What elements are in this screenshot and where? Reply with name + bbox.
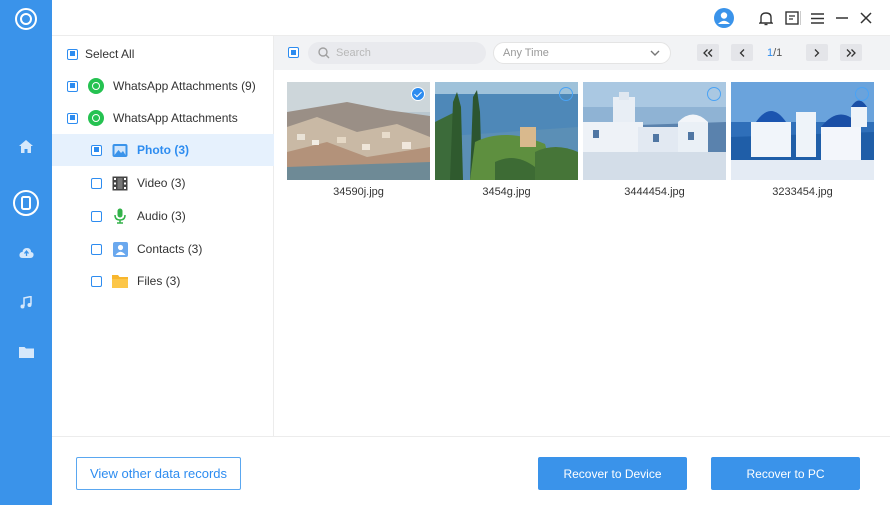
video-icon — [112, 175, 128, 191]
chevron-right-icon — [814, 48, 820, 57]
first-page-button[interactable] — [697, 44, 719, 61]
feedback-icon[interactable] — [782, 8, 802, 28]
photo-filename: 3233454.jpg — [772, 186, 833, 198]
tree-item-label: Audio (3) — [137, 209, 186, 223]
bell-icon[interactable] — [756, 8, 776, 28]
close-icon[interactable] — [856, 8, 876, 28]
minimize-icon[interactable] — [832, 8, 852, 28]
account-icon[interactable] — [714, 8, 734, 28]
tree-item-label: Photo (3) — [137, 143, 189, 157]
chevron-down-icon — [650, 50, 660, 56]
tree-item-label: Video (3) — [137, 176, 186, 190]
view-other-records-button[interactable]: View other data records — [76, 457, 241, 490]
tree-item-whatsapp-attachments-root[interactable]: WhatsApp Attachments (9) — [52, 70, 274, 102]
search-box[interactable] — [308, 42, 486, 64]
photo-filename: 34590j.jpg — [333, 186, 384, 198]
photo-icon — [112, 142, 128, 158]
content-toolbar: Any Time 1/1 — [274, 36, 890, 70]
chevron-left-icon — [739, 48, 745, 57]
photo-select-check[interactable] — [559, 87, 573, 101]
double-chevron-left-icon — [703, 48, 713, 57]
select-all-row[interactable]: Select All — [52, 38, 274, 70]
photo-thumbnail[interactable] — [731, 82, 874, 180]
prev-page-button[interactable] — [731, 44, 753, 61]
tree-item-label: Contacts (3) — [137, 242, 203, 256]
tree-item-files[interactable]: Files (3) — [52, 265, 274, 297]
tree-checkbox[interactable] — [91, 177, 102, 189]
search-icon — [318, 47, 330, 59]
folder-icon — [112, 273, 128, 289]
photo-thumbnail[interactable] — [287, 82, 430, 180]
next-page-button[interactable] — [806, 44, 828, 61]
whatsapp-icon — [88, 78, 104, 94]
microphone-icon — [112, 208, 128, 224]
select-all-label: Select All — [85, 47, 135, 61]
photo-filename: 3444454.jpg — [624, 186, 685, 198]
tree-item-label: WhatsApp Attachments — [113, 111, 238, 125]
action-bar: View other data records Recover to Devic… — [52, 436, 890, 505]
cloud-icon[interactable] — [0, 237, 52, 269]
recover-to-device-button[interactable]: Recover to Device — [538, 457, 687, 490]
tree-checkbox[interactable] — [91, 144, 102, 156]
tree-item-contacts[interactable]: Contacts (3) — [52, 233, 274, 265]
double-chevron-right-icon — [846, 48, 856, 57]
title-bar — [52, 0, 890, 36]
tree-item-label: Files (3) — [137, 274, 181, 288]
category-tree: Select All WhatsApp Attachments (9) What… — [52, 36, 274, 436]
time-filter-select[interactable]: Any Time — [493, 42, 671, 64]
menu-icon[interactable] — [807, 8, 827, 28]
photo-select-check[interactable] — [707, 87, 721, 101]
select-all-photos-checkbox[interactable] — [288, 47, 299, 58]
page-indicator: 1/1 — [767, 47, 782, 59]
last-page-button[interactable] — [840, 44, 862, 61]
search-input[interactable] — [336, 47, 476, 59]
photo-thumbnail[interactable] — [583, 82, 726, 180]
tree-checkbox[interactable] — [67, 112, 78, 124]
tree-item-label: WhatsApp Attachments (9) — [113, 79, 256, 93]
photo-lake-garden — [435, 82, 578, 180]
tree-checkbox[interactable] — [91, 210, 102, 222]
left-rail — [0, 0, 52, 505]
photo-blue-domes — [731, 82, 874, 180]
select-all-checkbox[interactable] — [67, 48, 78, 60]
app-logo-icon — [15, 8, 37, 30]
device-icon[interactable] — [0, 187, 52, 219]
page-total: /1 — [773, 47, 783, 59]
photo-coastal-village — [287, 82, 430, 180]
tree-item-photo[interactable]: Photo (3) — [52, 134, 274, 166]
photo-select-check[interactable] — [855, 87, 869, 101]
photo-thumbnail[interactable] — [435, 82, 578, 180]
photo-white-houses — [583, 82, 726, 180]
recover-to-pc-button[interactable]: Recover to PC — [711, 457, 860, 490]
tree-checkbox[interactable] — [91, 243, 102, 255]
tree-checkbox[interactable] — [91, 275, 102, 287]
tree-item-video[interactable]: Video (3) — [52, 167, 274, 199]
whatsapp-icon — [88, 110, 104, 126]
home-icon[interactable] — [0, 130, 52, 162]
tree-item-audio[interactable]: Audio (3) — [52, 200, 274, 232]
time-filter-value: Any Time — [503, 47, 549, 59]
tree-item-whatsapp-attachments[interactable]: WhatsApp Attachments — [52, 102, 274, 134]
tree-checkbox[interactable] — [67, 80, 78, 92]
music-icon[interactable] — [0, 286, 52, 318]
folder-icon[interactable] — [0, 336, 52, 368]
contact-icon — [112, 241, 128, 257]
photo-filename: 3454g.jpg — [482, 186, 531, 198]
photo-selected-check[interactable] — [411, 87, 425, 101]
